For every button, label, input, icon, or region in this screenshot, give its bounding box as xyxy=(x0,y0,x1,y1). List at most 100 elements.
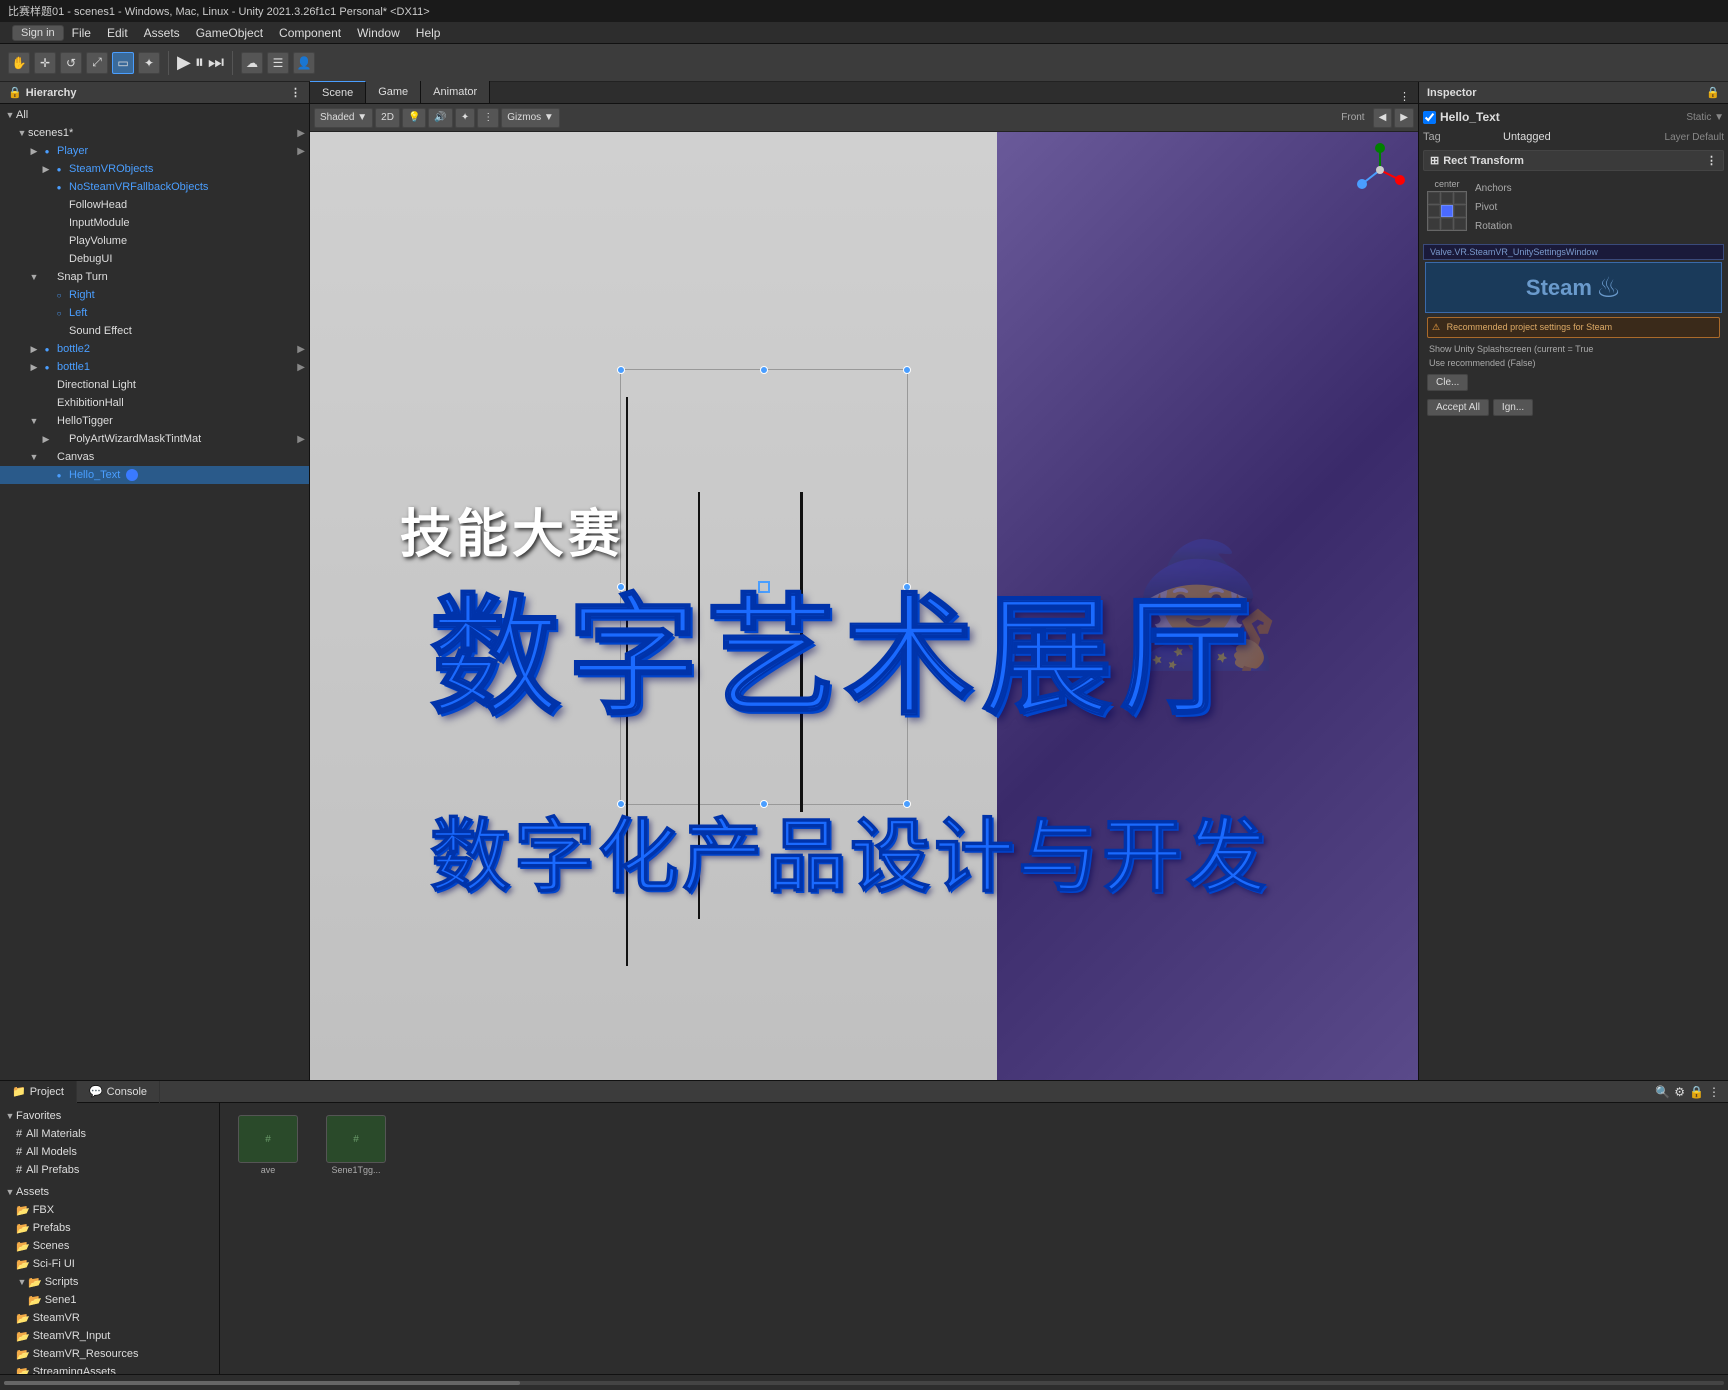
tab-menu-icon[interactable]: ⋮ xyxy=(1391,90,1418,103)
hierarchy-content: ▼ All ▼ scenes1* ▶ ▶ ● Player ▶ ▶ ● Stea… xyxy=(0,104,309,1080)
account-icon[interactable]: 👤 xyxy=(293,52,315,74)
collab-icon[interactable]: ☁ xyxy=(241,52,263,74)
list-item[interactable]: ▼ scenes1* ▶ xyxy=(0,124,309,142)
file-icon: # xyxy=(326,1115,386,1163)
sign-in-button[interactable]: Sign in xyxy=(12,25,64,41)
main-layout: 🔒 Hierarchy ⋮ ▼ All ▼ scenes1* ▶ ▶ ● Pla… xyxy=(0,82,1728,1080)
list-item[interactable]: Sound Effect xyxy=(0,322,309,340)
list-item[interactable]: ▶ ● bottle1 ▶ xyxy=(0,358,309,376)
list-item[interactable]: 📂 Prefabs xyxy=(0,1219,219,1237)
menu-help[interactable]: Help xyxy=(408,22,449,43)
step-button[interactable]: ⏭ xyxy=(208,52,224,73)
list-item[interactable]: InputModule xyxy=(0,214,309,232)
menu-window[interactable]: Window xyxy=(349,22,408,43)
list-item[interactable]: ▼ Canvas xyxy=(0,448,309,466)
audio-btn[interactable]: 🔊 xyxy=(428,108,452,128)
arrow-icon: ▼ xyxy=(28,416,40,426)
scene-view[interactable]: 🧙 xyxy=(310,132,1418,1080)
menu-component[interactable]: Component xyxy=(271,22,349,43)
list-item[interactable]: 📂 SteamVR_Input xyxy=(0,1327,219,1345)
vfx-btn[interactable]: ✦ xyxy=(455,108,475,128)
list-item[interactable]: # All Models xyxy=(0,1143,219,1161)
list-item[interactable]: # ave xyxy=(228,1111,308,1179)
inspector-header: Inspector 🔒 xyxy=(1419,82,1728,104)
list-item[interactable]: 📂 SteamVR_Resources xyxy=(0,1345,219,1363)
scrollbar-thumb[interactable] xyxy=(4,1381,520,1385)
list-item[interactable]: # Sene1Tgg... xyxy=(316,1111,396,1179)
project-tab-icons[interactable]: 🔍 ⚙ 🔒 ⋮ xyxy=(1647,1085,1728,1099)
list-item[interactable]: # All Prefabs xyxy=(0,1161,219,1179)
ignore-button[interactable]: Ign... xyxy=(1493,399,1533,416)
list-item[interactable]: PlayVolume xyxy=(0,232,309,250)
scene-nav-right[interactable]: ▶ xyxy=(1394,108,1414,128)
inspector-lock-icon[interactable]: 🔒 xyxy=(1706,86,1720,99)
list-item[interactable]: ▼ Favorites xyxy=(0,1107,219,1125)
list-item[interactable]: ● NoSteamVRFallbackObjects xyxy=(0,178,309,196)
list-item[interactable]: ▶ PolyArtWizardMaskTintMat ▶ xyxy=(0,430,309,448)
window-title: 比赛样题01 - scenes1 - Windows, Mac, Linux -… xyxy=(8,3,430,19)
hierarchy-menu-icon[interactable]: ⋮ xyxy=(290,86,301,99)
tab-animator[interactable]: Animator xyxy=(421,81,490,103)
list-item[interactable]: ● Hello_Text xyxy=(0,466,309,484)
lighting-btn[interactable]: 💡 xyxy=(402,108,426,128)
rotate-tool[interactable]: ↺ xyxy=(60,52,82,74)
warning-text: Recommended project settings for Steam xyxy=(1447,322,1613,332)
list-item[interactable]: DebugUI xyxy=(0,250,309,268)
tab-game[interactable]: Game xyxy=(366,81,421,103)
object-active-checkbox[interactable] xyxy=(1423,111,1436,124)
rect-transform-icon: ⊞ xyxy=(1430,154,1439,167)
list-item[interactable]: 📂 StreamingAssets xyxy=(0,1363,219,1374)
pause-button[interactable]: ⏸ xyxy=(195,52,204,73)
gizmos-btn[interactable]: Gizmos ▼ xyxy=(501,108,560,128)
list-item[interactable]: ▶ ● bottle2 ▶ xyxy=(0,340,309,358)
scene-nav-left[interactable]: ◀ xyxy=(1373,108,1393,128)
hand-tool[interactable]: ✋ xyxy=(8,52,30,74)
list-item[interactable]: ○ Left xyxy=(0,304,309,322)
tab-project[interactable]: 📁 Project xyxy=(0,1081,77,1103)
shaded-btn[interactable]: Shaded ▼ xyxy=(314,108,373,128)
menu-edit[interactable]: Edit xyxy=(99,22,136,43)
list-item[interactable]: Directional Light xyxy=(0,376,309,394)
list-item[interactable]: 📂 Sene1 xyxy=(0,1291,219,1309)
transform-tool[interactable]: ✦ xyxy=(138,52,160,74)
accept-all-button[interactable]: Accept All xyxy=(1427,399,1489,416)
scrollbar-track[interactable] xyxy=(4,1381,1724,1385)
list-item[interactable]: 📂 Sci-Fi UI xyxy=(0,1255,219,1273)
list-item[interactable]: ▼ 📂 Scripts xyxy=(0,1273,219,1291)
list-item[interactable]: 📂 FBX xyxy=(0,1201,219,1219)
tab-console[interactable]: 💬 Console xyxy=(77,1081,160,1103)
list-item[interactable]: 📂 SteamVR xyxy=(0,1309,219,1327)
grid-btn[interactable]: ⋮ xyxy=(477,108,499,128)
pivot-diagram: center xyxy=(1427,179,1467,236)
list-item[interactable]: 📂 Scenes xyxy=(0,1237,219,1255)
folder-icon: 📂 xyxy=(28,1294,42,1307)
services-icon[interactable]: ☰ xyxy=(267,52,289,74)
list-item[interactable]: # All Materials xyxy=(0,1125,219,1143)
list-item[interactable]: ▶ ● Player ▶ xyxy=(0,142,309,160)
list-item[interactable]: ○ Right xyxy=(0,286,309,304)
list-item[interactable]: ▼ Snap Turn xyxy=(0,268,309,286)
tab-scene[interactable]: Scene xyxy=(310,81,366,103)
play-button[interactable]: ▶ xyxy=(177,52,191,73)
list-item[interactable]: FollowHead xyxy=(0,196,309,214)
menu-gameobject[interactable]: GameObject xyxy=(188,22,271,43)
arrow-icon: ▼ xyxy=(4,1187,16,1197)
move-tool[interactable]: ✛ xyxy=(34,52,56,74)
rect-tool[interactable]: ▭ xyxy=(112,52,134,74)
menu-file[interactable]: File xyxy=(64,22,99,43)
arrow-icon: ▼ xyxy=(16,128,28,138)
list-item[interactable]: ▶ ● SteamVRObjects xyxy=(0,160,309,178)
menu-icon: ⋮ xyxy=(1708,1085,1720,1099)
list-item[interactable]: ExhibitionHall xyxy=(0,394,309,412)
tabs-row: Scene Game Animator ⋮ xyxy=(310,82,1418,104)
scale-tool[interactable]: ⤢ xyxy=(86,52,108,74)
2d-btn[interactable]: 2D xyxy=(375,108,400,128)
menu-assets[interactable]: Assets xyxy=(136,22,188,43)
clear-button[interactable]: Cle... xyxy=(1427,374,1468,391)
list-item[interactable]: ▼ Assets xyxy=(0,1183,219,1201)
component-menu[interactable]: ⋮ xyxy=(1706,154,1717,167)
list-item[interactable]: ▼ All xyxy=(0,106,309,124)
list-item[interactable]: ▼ HelloTigger xyxy=(0,412,309,430)
object-icon: ● xyxy=(52,162,66,176)
inputmodule-label: InputModule xyxy=(69,217,130,229)
